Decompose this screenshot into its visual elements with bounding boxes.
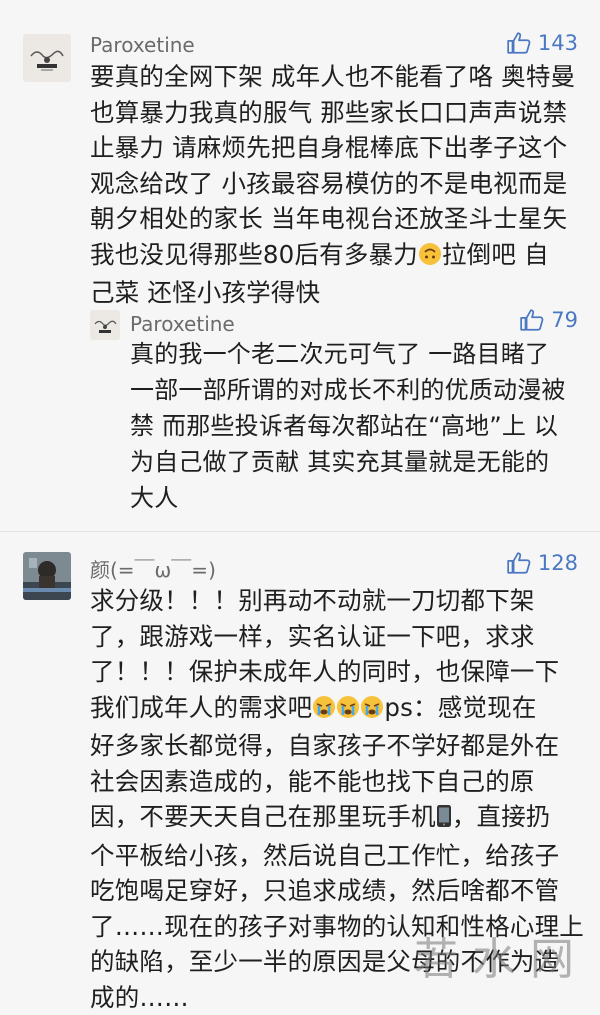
reply-text: 真的我一个老二次元可气了 一路目睹了 一部一部所谓的对成长不利的优质动漫被 禁 … — [130, 340, 566, 512]
watermark-logo: 若水网 — [414, 934, 588, 985]
like-button[interactable]: 143 — [506, 30, 578, 56]
crying-face-icon — [360, 693, 384, 729]
like-button[interactable]: 128 — [506, 550, 578, 576]
comment-username[interactable]: 颜(=￣ω￣=) — [90, 554, 216, 583]
avatar[interactable] — [23, 552, 71, 600]
like-count: 79 — [551, 308, 578, 332]
upside-down-face-icon — [418, 240, 442, 276]
like-button[interactable]: 79 — [519, 307, 578, 333]
comment-text: 要真的全网下架 成年人也不能看了咯 奥特曼 也算暴力我真的服气 那些家长口口声声… — [90, 59, 590, 311]
avatar[interactable] — [23, 34, 71, 82]
comment-username[interactable]: Paroxetine — [90, 33, 195, 57]
crying-face-icon — [336, 693, 360, 729]
crying-face-icon — [312, 693, 336, 729]
avatar[interactable] — [90, 310, 120, 340]
mobile-phone-icon — [436, 802, 452, 838]
reply-username[interactable]: Paroxetine — [130, 312, 235, 336]
comment-text-part: 要真的全网下架 成年人也不能看了咯 奥特曼 也算暴力我真的服气 那些家长口口声声… — [90, 62, 576, 269]
like-count: 128 — [537, 551, 578, 575]
thumbs-up-icon — [520, 309, 544, 331]
comment-item: Paroxetine 143 要真的全网下架 成年人也不能看了咯 奥特曼 也算暴… — [0, 0, 600, 530]
thumbs-up-icon — [507, 552, 531, 574]
like-count: 143 — [537, 31, 578, 55]
thumbs-up-icon — [507, 32, 531, 54]
